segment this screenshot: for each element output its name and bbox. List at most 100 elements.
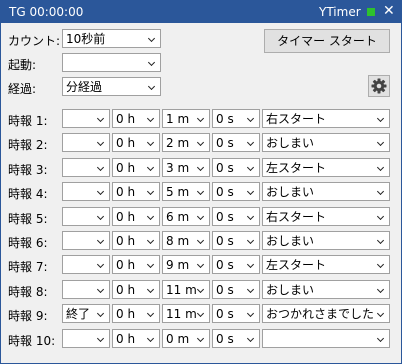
alarm-label: 時報 3: (8, 163, 48, 177)
alarm-minutes-select[interactable]: 8 m (162, 231, 210, 250)
alarm-hours-select[interactable]: 0 h (112, 304, 160, 323)
alarm-message-select-value: おしまい (266, 185, 315, 199)
alarm-minutes-select[interactable]: 0 m (162, 329, 210, 348)
alarm-seconds-select[interactable]: 0 s (212, 304, 260, 323)
chevron-down-icon (94, 183, 109, 200)
elapsed-select[interactable]: 分経過 (62, 77, 161, 96)
launch-label: 起動: (8, 58, 37, 72)
chevron-down-icon (374, 134, 389, 151)
chevron-down-icon (194, 159, 209, 176)
alarm-label: 時報 7: (8, 260, 48, 274)
alarm-mode-select[interactable] (62, 109, 110, 128)
alarm-minutes-select[interactable]: 6 m (162, 207, 210, 226)
count-label: カウント: (8, 34, 61, 48)
chevron-down-icon (244, 183, 259, 200)
elapsed-label: 経過: (8, 82, 37, 96)
chevron-down-icon (145, 30, 160, 47)
alarm-seconds-select-value: 0 s (216, 307, 234, 321)
chevron-down-icon (374, 305, 389, 322)
title-bar[interactable]: TG 00:00:00 YTimer ✕ (1, 1, 401, 23)
alarm-seconds-select[interactable]: 0 s (212, 109, 260, 128)
alarm-seconds-select-value: 0 s (216, 112, 234, 126)
alarm-hours-select[interactable]: 0 h (112, 207, 160, 226)
alarm-seconds-select[interactable]: 0 s (212, 329, 260, 348)
alarm-hours-select-value: 0 h (116, 234, 136, 248)
chevron-down-icon (94, 305, 109, 322)
alarm-minutes-select-value: 0 m (166, 332, 190, 346)
chevron-down-icon (145, 54, 160, 71)
alarm-hours-select[interactable]: 0 h (112, 158, 160, 177)
alarm-hours-select-value: 0 h (116, 136, 136, 150)
chevron-down-icon (374, 159, 389, 176)
alarm-message-select[interactable]: おしまい (262, 280, 390, 299)
chevron-down-icon (144, 208, 159, 225)
alarm-minutes-select-value: 3 m (166, 161, 190, 175)
chevron-down-icon (144, 281, 159, 298)
alarm-mode-select[interactable] (62, 231, 110, 250)
alarm-mode-select[interactable] (62, 182, 110, 201)
alarm-mode-select[interactable]: 終了 (62, 304, 110, 323)
alarm-hours-select[interactable]: 0 h (112, 231, 160, 250)
status-square-icon (367, 8, 375, 16)
alarm-minutes-select[interactable]: 2 m (162, 133, 210, 152)
alarm-hours-select-value: 0 h (116, 112, 136, 126)
alarm-hours-select[interactable]: 0 h (112, 280, 160, 299)
alarm-hours-select-value: 0 h (116, 161, 136, 175)
alarm-mode-select[interactable] (62, 329, 110, 348)
alarm-hours-select[interactable]: 0 h (112, 329, 160, 348)
elapsed-select-value: 分経過 (66, 80, 103, 94)
chevron-down-icon (244, 232, 259, 249)
alarm-mode-select[interactable] (62, 207, 110, 226)
start-timer-button[interactable]: タイマー スタート (264, 29, 390, 53)
alarm-seconds-select[interactable]: 0 s (212, 207, 260, 226)
alarm-seconds-select-value: 0 s (216, 332, 234, 346)
alarm-message-select-value: おつかれさまでした (266, 307, 375, 321)
chevron-down-icon (244, 159, 259, 176)
alarm-hours-select-value: 0 h (116, 283, 136, 297)
chevron-down-icon (94, 232, 109, 249)
alarm-minutes-select[interactable]: 11 m (162, 280, 210, 299)
alarm-message-select[interactable]: おしまい (262, 182, 390, 201)
close-icon[interactable]: ✕ (383, 3, 395, 19)
alarm-message-select[interactable]: 右スタート (262, 109, 390, 128)
chevron-down-icon (144, 330, 159, 347)
alarm-message-select[interactable] (262, 329, 390, 348)
alarm-seconds-select-value: 0 s (216, 161, 234, 175)
alarm-minutes-select-value: 9 m (166, 258, 190, 272)
alarm-hours-select[interactable]: 0 h (112, 133, 160, 152)
alarm-minutes-select[interactable]: 9 m (162, 255, 210, 274)
alarm-message-select[interactable]: 左スタート (262, 255, 390, 274)
alarm-hours-select[interactable]: 0 h (112, 109, 160, 128)
alarm-mode-select[interactable] (62, 280, 110, 299)
launch-select[interactable] (62, 53, 161, 72)
alarm-message-select[interactable]: 左スタート (262, 158, 390, 177)
alarm-seconds-select[interactable]: 0 s (212, 182, 260, 201)
alarm-seconds-select[interactable]: 0 s (212, 231, 260, 250)
alarm-minutes-select-value: 6 m (166, 210, 190, 224)
chevron-down-icon (244, 281, 259, 298)
alarm-mode-select[interactable] (62, 158, 110, 177)
alarm-message-select[interactable]: おつかれさまでした (262, 304, 390, 323)
alarm-message-select[interactable]: おしまい (262, 231, 390, 250)
settings-button[interactable] (368, 75, 390, 97)
app-name: YTimer (319, 5, 361, 19)
alarm-mode-select[interactable] (62, 133, 110, 152)
alarm-hours-select[interactable]: 0 h (112, 255, 160, 274)
alarm-seconds-select-value: 0 s (216, 210, 234, 224)
alarm-minutes-select[interactable]: 3 m (162, 158, 210, 177)
alarm-seconds-select[interactable]: 0 s (212, 280, 260, 299)
alarm-minutes-select[interactable]: 1 m (162, 109, 210, 128)
alarm-seconds-select[interactable]: 0 s (212, 133, 260, 152)
chevron-down-icon (244, 134, 259, 151)
alarm-mode-select[interactable] (62, 255, 110, 274)
alarm-seconds-select[interactable]: 0 s (212, 158, 260, 177)
chevron-down-icon (194, 208, 209, 225)
alarm-message-select[interactable]: おしまい (262, 133, 390, 152)
alarm-message-select[interactable]: 右スタート (262, 207, 390, 226)
count-select[interactable]: 10秒前 (62, 29, 161, 48)
chevron-down-icon (144, 232, 159, 249)
alarm-hours-select[interactable]: 0 h (112, 182, 160, 201)
alarm-seconds-select[interactable]: 0 s (212, 255, 260, 274)
alarm-minutes-select[interactable]: 11 m (162, 304, 210, 323)
alarm-minutes-select[interactable]: 5 m (162, 182, 210, 201)
